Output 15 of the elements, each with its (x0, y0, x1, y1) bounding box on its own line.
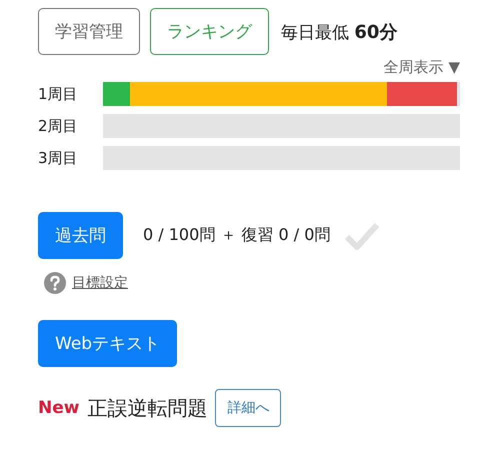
daily-minimum-text: 毎日最低 60分 (281, 20, 398, 44)
goal-setting-link[interactable]: 目標設定 (72, 274, 128, 292)
nav-button[interactable]: ランキング (150, 8, 269, 55)
nav-button[interactable]: 学習管理 (38, 8, 140, 55)
round-label: 1周目 (38, 84, 79, 104)
new-label: New (38, 398, 80, 418)
detail-button[interactable]: 詳細へ (215, 389, 282, 427)
help-icon (44, 272, 66, 294)
round-label: 3周目 (38, 148, 79, 168)
web-text-button[interactable]: Webテキスト (38, 320, 178, 367)
show-all-toggle[interactable]: 全周表示 ▼ (384, 58, 460, 77)
round-label: 2周目 (38, 116, 79, 136)
new-item-title: 正誤逆転問題 (87, 394, 208, 422)
progress-text: 0 / 100問 ＋ 復習 0 / 0問 (143, 225, 330, 246)
past-exams-button[interactable]: 過去問 (38, 212, 123, 259)
